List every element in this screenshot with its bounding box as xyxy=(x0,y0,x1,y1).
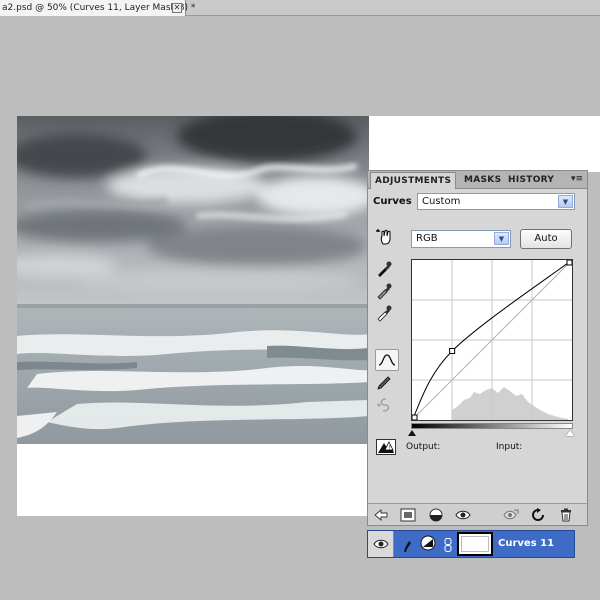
input-label: Input: xyxy=(496,442,523,452)
hand-target-icon[interactable] xyxy=(374,227,394,247)
preset-select[interactable]: Custom ▼ xyxy=(417,193,575,210)
svg-text:!: ! xyxy=(389,444,391,451)
auto-button[interactable]: Auto xyxy=(520,229,572,249)
view-previous-icon[interactable] xyxy=(503,507,519,523)
adjustments-panel: ADJUSTMENTS MASKS HISTORY ▾≡ Curves Cust… xyxy=(367,170,588,526)
white-eyedropper-icon[interactable] xyxy=(374,303,394,323)
panel-menu-icon[interactable]: ▾≡ xyxy=(571,174,583,184)
chevron-down-icon: ▼ xyxy=(558,195,573,208)
back-arrow-icon[interactable] xyxy=(373,507,389,523)
layer-name[interactable]: Curves 11 xyxy=(498,538,554,549)
layer-row-curves[interactable]: Curves 11 xyxy=(367,530,575,558)
panel-footer xyxy=(368,503,587,525)
trash-icon[interactable] xyxy=(558,507,574,523)
reset-icon[interactable] xyxy=(530,507,546,523)
preset-value: Custom xyxy=(422,196,461,207)
layer-visibility-icon[interactable] xyxy=(368,531,394,557)
document-tab-bar: a2.psd @ 50% (Curves 11, Layer Mask/8) *… xyxy=(0,0,600,16)
curve-control-point[interactable] xyxy=(566,260,572,266)
curve-edit-icon[interactable] xyxy=(375,349,399,371)
pencil-icon[interactable] xyxy=(374,373,394,393)
smooth-icon xyxy=(374,395,394,415)
chevron-down-icon: ▼ xyxy=(494,232,509,245)
curves-adjustment-icon xyxy=(420,535,436,555)
layer-mask-thumbnail[interactable] xyxy=(457,532,493,556)
eye-icon[interactable] xyxy=(455,507,471,523)
curve-control-point[interactable] xyxy=(412,414,418,420)
adjustment-title: Curves xyxy=(373,196,412,207)
channel-value: RGB xyxy=(416,233,438,244)
curve-control-point[interactable] xyxy=(449,347,456,354)
visibility-toggle-icon[interactable] xyxy=(428,507,444,523)
tab-history[interactable]: HISTORY xyxy=(504,172,558,189)
brush-icon xyxy=(404,538,412,557)
input-gradient-bar xyxy=(411,423,573,429)
link-icon[interactable] xyxy=(444,537,452,556)
canvas-photo[interactable] xyxy=(17,116,369,444)
document-tab[interactable]: a2.psd @ 50% (Curves 11, Layer Mask/8) *… xyxy=(0,0,195,16)
curves-graph[interactable] xyxy=(411,259,573,421)
output-label: Output: xyxy=(406,442,441,452)
tab-masks[interactable]: MASKS xyxy=(460,172,505,189)
panel-tab-bar: ADJUSTMENTS MASKS HISTORY ▾≡ xyxy=(368,171,587,189)
histogram xyxy=(452,387,568,420)
white-point-slider[interactable] xyxy=(566,430,574,436)
black-point-slider[interactable] xyxy=(408,430,416,436)
canvas-extension xyxy=(526,116,600,172)
gray-eyedropper-icon[interactable] xyxy=(374,281,394,301)
tab-adjustments[interactable]: ADJUSTMENTS xyxy=(370,172,457,189)
document-tab-title: a2.psd @ 50% (Curves 11, Layer Mask/8) * xyxy=(2,3,196,13)
clipping-warning-icon[interactable]: ! xyxy=(376,439,396,455)
channel-select[interactable]: RGB ▼ xyxy=(411,230,511,248)
clip-to-layer-icon[interactable] xyxy=(400,507,416,523)
black-eyedropper-icon[interactable] xyxy=(374,259,394,279)
close-icon[interactable]: ✕ xyxy=(172,3,182,13)
